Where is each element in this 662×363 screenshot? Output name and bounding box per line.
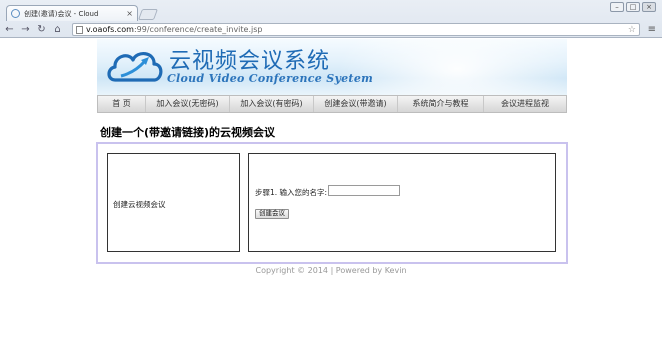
header-banner: 云视频会议系统 Cloud Video Conference Syetem	[97, 39, 567, 95]
address-bar[interactable]: v.oaofs.com:99/conference/create_invite.…	[72, 23, 640, 36]
footer-copyright: Copyright © 2014 | Powered by Kevin	[255, 266, 407, 275]
tab-title: 创建(邀请)会议 - Cloud	[24, 9, 99, 18]
banner-title-en: Cloud Video Conference Syetem	[167, 72, 374, 85]
page-icon	[76, 25, 83, 34]
nav-item-process-monitor[interactable]: 会议进程监视	[484, 96, 566, 112]
banner-title-cn: 云视频会议系统	[169, 49, 331, 74]
menu-icon[interactable]: ≡	[648, 23, 656, 36]
url-host: v.oaofs.com	[86, 25, 134, 34]
nav-item-home[interactable]: 首 页	[98, 96, 146, 112]
nav-item-join-no-password[interactable]: 加入会议(无密码)	[146, 96, 230, 112]
nav-item-intro-tutorial[interactable]: 系统简介与教程	[398, 96, 484, 112]
form-panel: 步骤1. 输入您的名字: 创建会议	[248, 153, 556, 252]
create-conference-button[interactable]: 创建会议	[255, 209, 289, 219]
name-input[interactable]	[328, 185, 400, 196]
cloud-logo-icon	[107, 52, 163, 82]
nav-item-create-with-invite[interactable]: 创建会议(带邀请)	[314, 96, 398, 112]
maximize-icon[interactable]: □	[626, 2, 640, 12]
content-panel: 创建云视频会议 步骤1. 输入您的名字: 创建会议	[96, 142, 568, 264]
close-tab-icon[interactable]: ×	[126, 9, 133, 18]
left-panel: 创建云视频会议	[107, 153, 240, 252]
home-icon[interactable]: ⌂	[51, 23, 64, 36]
reload-icon[interactable]: ↻	[35, 23, 48, 36]
nav-item-join-with-password[interactable]: 加入会议(有密码)	[230, 96, 314, 112]
new-tab-button[interactable]	[137, 9, 159, 20]
back-arrow-icon[interactable]: ←	[3, 23, 16, 36]
main-nav: 首 页 加入会议(无密码) 加入会议(有密码) 创建会议(带邀请) 系统简介与教…	[97, 95, 567, 113]
close-window-icon[interactable]: ×	[642, 2, 656, 12]
window-controls: – □ ×	[610, 2, 656, 12]
favicon-icon	[11, 9, 20, 18]
banner-glow	[337, 39, 567, 95]
browser-toolbar: ← → ↻ ⌂ v.oaofs.com:99/conference/create…	[0, 21, 662, 38]
name-field-label: 步骤1. 输入您的名字:	[255, 188, 328, 197]
forward-arrow-icon[interactable]: →	[19, 23, 32, 36]
browser-tab[interactable]: 创建(邀请)会议 - Cloud ×	[6, 5, 138, 21]
url-text: v.oaofs.com:99/conference/create_invite.…	[86, 25, 262, 34]
bookmark-star-icon[interactable]: ☆	[628, 24, 636, 36]
minimize-icon[interactable]: –	[610, 2, 624, 12]
left-panel-label: 创建云视频会议	[113, 200, 166, 209]
browser-chrome: 创建(邀请)会议 - Cloud × – □ × ← → ↻ ⌂ v.oaofs…	[0, 0, 662, 38]
page-title: 创建一个(带邀请链接)的云视频会议	[100, 126, 276, 139]
page-viewport: 云视频会议系统 Cloud Video Conference Syetem 首 …	[0, 39, 662, 363]
url-path: :99/conference/create_invite.jsp	[133, 25, 263, 34]
